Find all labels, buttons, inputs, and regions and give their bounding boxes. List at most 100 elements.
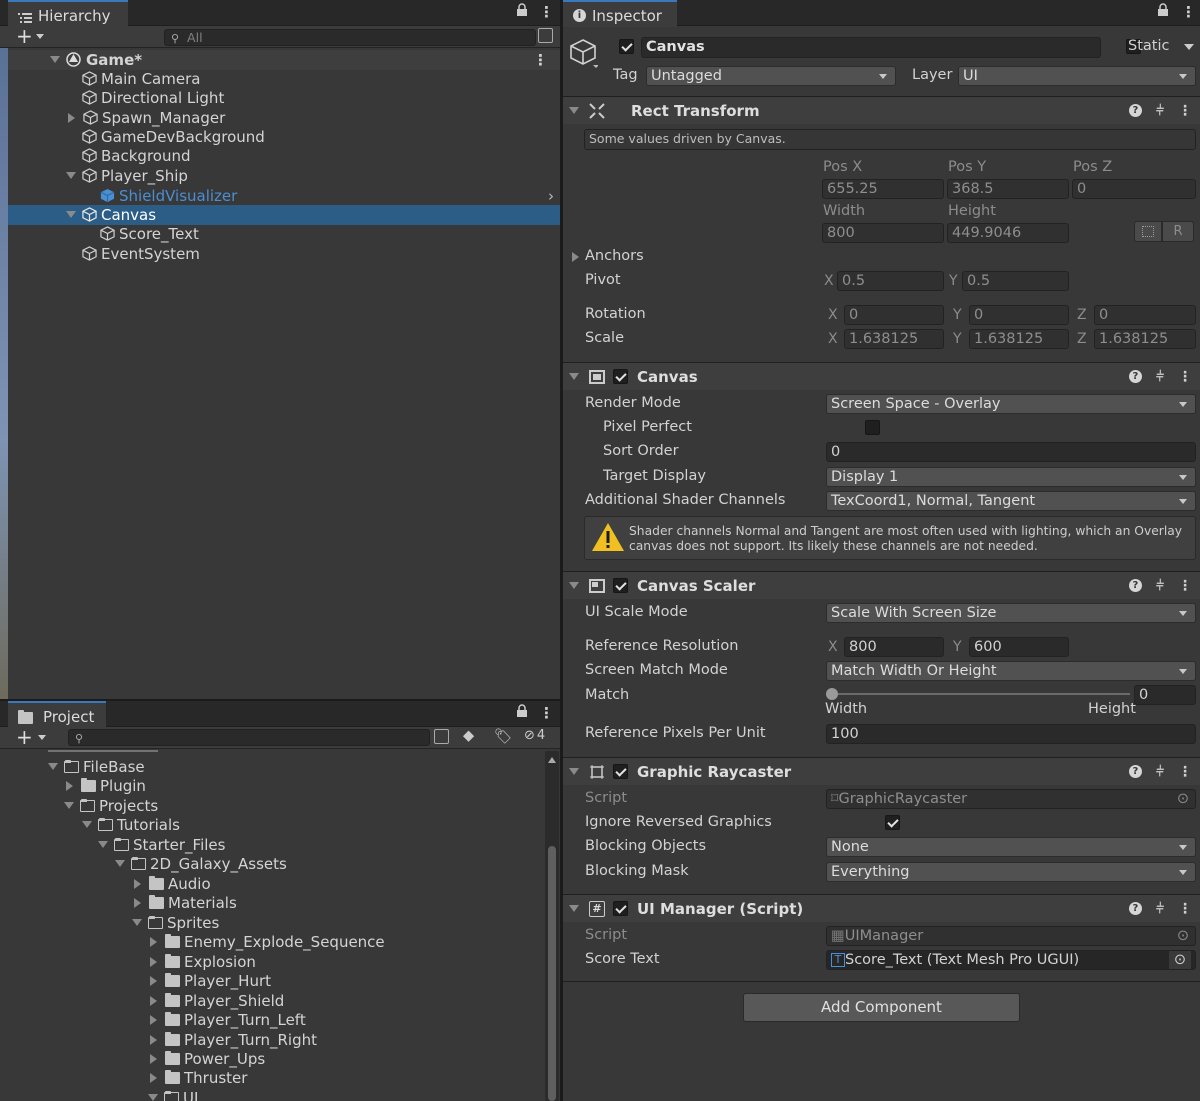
match-slider-handle[interactable] (826, 688, 838, 700)
reference-resolution-x-field[interactable]: 800 (844, 637, 944, 657)
height-field[interactable]: 449.9046 (947, 223, 1069, 243)
ui-manager-header[interactable]: # UI Manager (Script) ? ⫩ ⋮ (563, 894, 1200, 922)
project-folder-explosion[interactable]: Explosion (0, 952, 560, 972)
add-plus-icon[interactable]: + (16, 725, 33, 749)
project-folder-tutorials[interactable]: Tutorials (0, 815, 560, 835)
hierarchy-item-main-camera[interactable]: Main Camera (0, 69, 560, 89)
project-scrollbar[interactable] (545, 751, 559, 1101)
add-plus-icon[interactable]: + (16, 24, 33, 48)
ui-manager-enabled-checkbox[interactable] (613, 901, 628, 916)
hierarchy-item-canvas[interactable]: Canvas (0, 205, 560, 225)
gameobject-large-icon[interactable] (570, 38, 598, 68)
expand-triangle-icon[interactable] (150, 1014, 157, 1025)
canvas-scaler-header[interactable]: Canvas Scaler ? ⫩ ⋮ (563, 571, 1200, 599)
object-picker-icon[interactable]: ⊙ (1177, 927, 1189, 945)
tab-inspector[interactable]: i Inspector (563, 0, 677, 27)
expand-triangle-icon[interactable] (66, 780, 73, 791)
expand-triangle-icon[interactable] (134, 878, 141, 889)
scene-kebab-icon[interactable]: ⋮ (533, 51, 548, 69)
pivot-y-field[interactable]: 0.5 (962, 271, 1069, 291)
canvas-component-header[interactable]: Canvas ? ⫩ ⋮ (563, 362, 1200, 390)
object-picker-icon[interactable]: ⊙ (1169, 951, 1191, 969)
layer-dropdown[interactable]: UI (958, 66, 1196, 86)
presets-sliders-icon[interactable]: ⫩ (1156, 578, 1164, 594)
scrollbar-thumb[interactable] (548, 846, 556, 1101)
scene-row[interactable]: Game* ⋮ (0, 50, 560, 70)
ignore-reversed-checkbox[interactable] (884, 815, 900, 830)
scroll-up-arrow-icon[interactable] (548, 757, 556, 763)
hierarchy-item-directional-light[interactable]: Directional Light (0, 88, 560, 108)
project-folder-projects[interactable]: Projects (0, 796, 560, 816)
ui-scale-mode-dropdown[interactable]: Scale With Screen Size (826, 603, 1196, 623)
project-folder-starter-files[interactable]: Starter_Files (0, 835, 560, 855)
collapse-triangle-icon[interactable] (569, 373, 579, 380)
expand-triangle-icon[interactable] (148, 1094, 158, 1101)
project-folder-sprites[interactable]: Sprites (0, 913, 560, 933)
hierarchy-item-score-text[interactable]: Score_Text (0, 224, 560, 244)
scene-visibility-icon[interactable] (538, 28, 553, 43)
anchors-expand-icon[interactable] (572, 252, 579, 262)
hierarchy-item-background[interactable]: Background (0, 146, 560, 166)
expand-triangle-icon[interactable] (150, 975, 157, 986)
expand-triangle-icon[interactable] (68, 112, 75, 123)
pivot-x-field[interactable]: 0.5 (837, 271, 944, 291)
tab-hierarchy[interactable]: Hierarchy (8, 0, 128, 27)
presets-sliders-icon[interactable]: ⫩ (1156, 103, 1164, 119)
pos-z-field[interactable]: 0 (1072, 179, 1196, 199)
pos-y-field[interactable]: 368.5 (947, 179, 1069, 199)
expand-triangle-icon[interactable] (48, 763, 58, 771)
menu-kebab-icon[interactable]: ⋮ (1181, 3, 1196, 21)
object-picker-icon[interactable]: ⊙ (1177, 790, 1189, 808)
prefab-open-chevron-icon[interactable]: › (548, 187, 554, 205)
project-folder-player-shield[interactable]: Player_Shield (0, 991, 560, 1011)
chevron-down-icon[interactable] (36, 34, 44, 39)
render-mode-dropdown[interactable]: Screen Space - Overlay (826, 394, 1196, 414)
chevron-down-icon[interactable] (38, 735, 46, 740)
expand-triangle-icon[interactable] (66, 211, 76, 219)
menu-kebab-icon[interactable]: ⋮ (539, 3, 554, 21)
blueprint-mode-button[interactable] (1134, 221, 1162, 242)
hierarchy-item-player-ship[interactable]: Player_Ship (0, 166, 560, 186)
expand-triangle-icon[interactable] (150, 995, 157, 1006)
project-folder-materials[interactable]: Materials (0, 893, 560, 913)
project-folder-player-hurt[interactable]: Player_Hurt (0, 971, 560, 991)
raw-edit-button[interactable]: R (1162, 221, 1194, 242)
expand-triangle-icon[interactable] (66, 172, 76, 180)
expand-triangle-icon[interactable] (150, 956, 157, 967)
hierarchy-item-gamedevbackground[interactable]: GameDevBackground (0, 127, 560, 147)
rect-transform-header[interactable]: Rect Transform ? ⫩ ⋮ (563, 96, 1200, 124)
component-kebab-icon[interactable]: ⋮ (1178, 103, 1192, 119)
scale-z-field[interactable]: 1.638125 (1094, 329, 1196, 349)
rotation-x-field[interactable]: 0 (844, 305, 944, 325)
project-folder-plugin[interactable]: Plugin (0, 776, 560, 796)
project-folder-power-ups[interactable]: Power_Ups (0, 1049, 560, 1069)
lock-icon[interactable] (1157, 3, 1169, 21)
hierarchy-search-input[interactable]: ⚲ All (164, 29, 536, 46)
scale-x-field[interactable]: 1.638125 (844, 329, 944, 349)
expand-triangle-icon[interactable] (150, 1072, 157, 1083)
hidden-packages-icon[interactable]: ⊘ 4 (524, 728, 545, 743)
static-dropdown-icon[interactable] (1184, 44, 1194, 50)
project-folder-thruster[interactable]: Thruster (0, 1068, 560, 1088)
expand-triangle-icon[interactable] (132, 919, 142, 927)
hierarchy-item-eventsystem[interactable]: EventSystem (0, 244, 560, 264)
expand-triangle-icon[interactable] (98, 841, 108, 849)
sort-order-field[interactable]: 0 (826, 442, 1196, 462)
help-icon[interactable]: ? (1128, 104, 1142, 117)
width-field[interactable]: 800 (822, 223, 944, 243)
rotation-z-field[interactable]: 0 (1094, 305, 1196, 325)
collapse-triangle-icon[interactable] (569, 582, 579, 589)
active-checkbox[interactable] (619, 39, 634, 54)
component-kebab-icon[interactable]: ⋮ (1178, 901, 1192, 917)
component-kebab-icon[interactable]: ⋮ (1178, 369, 1192, 385)
project-folder-audio[interactable]: Audio (0, 874, 560, 894)
help-icon[interactable]: ? (1128, 579, 1142, 592)
anchors-label[interactable]: Anchors (585, 248, 644, 264)
expand-triangle-icon[interactable] (150, 936, 157, 947)
vertical-splitter[interactable] (560, 0, 563, 1101)
pos-x-field[interactable]: 655.25 (822, 179, 944, 199)
presets-sliders-icon[interactable]: ⫩ (1156, 369, 1164, 385)
pixel-perfect-checkbox[interactable] (865, 420, 881, 435)
shader-channels-dropdown[interactable]: TexCoord1, Normal, Tangent (826, 491, 1196, 511)
help-icon[interactable]: ? (1128, 370, 1142, 383)
